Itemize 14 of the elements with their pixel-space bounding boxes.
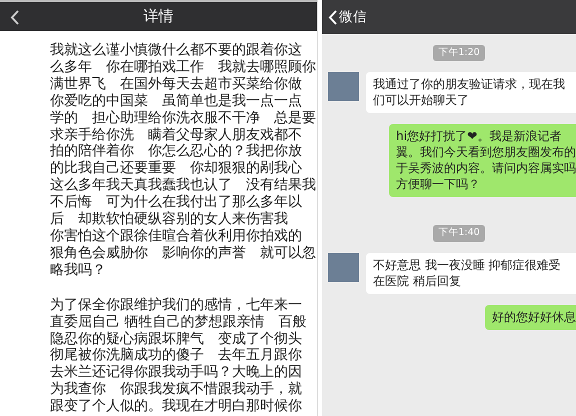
avatar-placeholder [328, 252, 359, 282]
message-paragraph: 我就这么谨小慎微什么都不要的跟着你这 么多年 你在哪拍戏工作 我就去哪照顾你 满世界飞 在国外每天去超市买菜给你做 你爱吃的中国菜 虽简单也是我一点一点 学的 担心助理给你洗衣服不干净 总是要 求亲手给你洗 瞒着父母家人朋友戏都不 拍的陪伴着你 你怎么忍心的？我把你放 的比我自己还要重要 你却狠狠的剐我心 这么多年我天真我蠢我也认了 没有结果我 不后悔 可为什么在我付出了那么多年以 后 却欺软怕硬纵容别的女人来伤害我 你害怕这个跟徐佳暄合着伙利用你拍戏的 狠角色会威胁你 影响你的声誉 就可以忽 略我吗？ [50, 42, 317, 279]
message-bubble: 好的您好好休息 [485, 304, 576, 330]
chevron-left-icon [328, 10, 337, 24]
message-bubble: hi您好打扰了❤。我是新浪记者 翼。我们今天看到您朋友圈发布的 于吴秀波的内容。请问内容属实吗 方便聊一下吗？ [389, 124, 576, 198]
timestamp: 下午1:20 [433, 45, 485, 62]
back-icon[interactable] [10, 10, 19, 25]
message-bubble: 我通过了你的朋友验证请求，现在我 们可以开始聊天了 [366, 72, 576, 114]
avatar-placeholder [328, 72, 359, 102]
timestamp: 下午1:40 [433, 225, 485, 242]
message-bubble: 不好意思 我一夜没睡 抑郁症很难受 在医院 稍后回复 [366, 252, 576, 294]
back-button[interactable]: 微信 [328, 6, 367, 28]
message-paragraph: 为了保全你跟维护我们的感情，七年来一 直委屈自己 牺牲自己的梦想跟亲情 百般 隐忍你的疑心病跟坏脾气 变成了个彻头 彻尾被你洗脑成功的傻子 去年五月跟你 去米兰还记得你跟我动手吗？大晚上的因 为我查你 你跟我发疯不惜跟我动手，就 跟变了个人似的。我现在才明白那时候你 [50, 296, 308, 416]
page-title: 详情 [144, 6, 174, 28]
